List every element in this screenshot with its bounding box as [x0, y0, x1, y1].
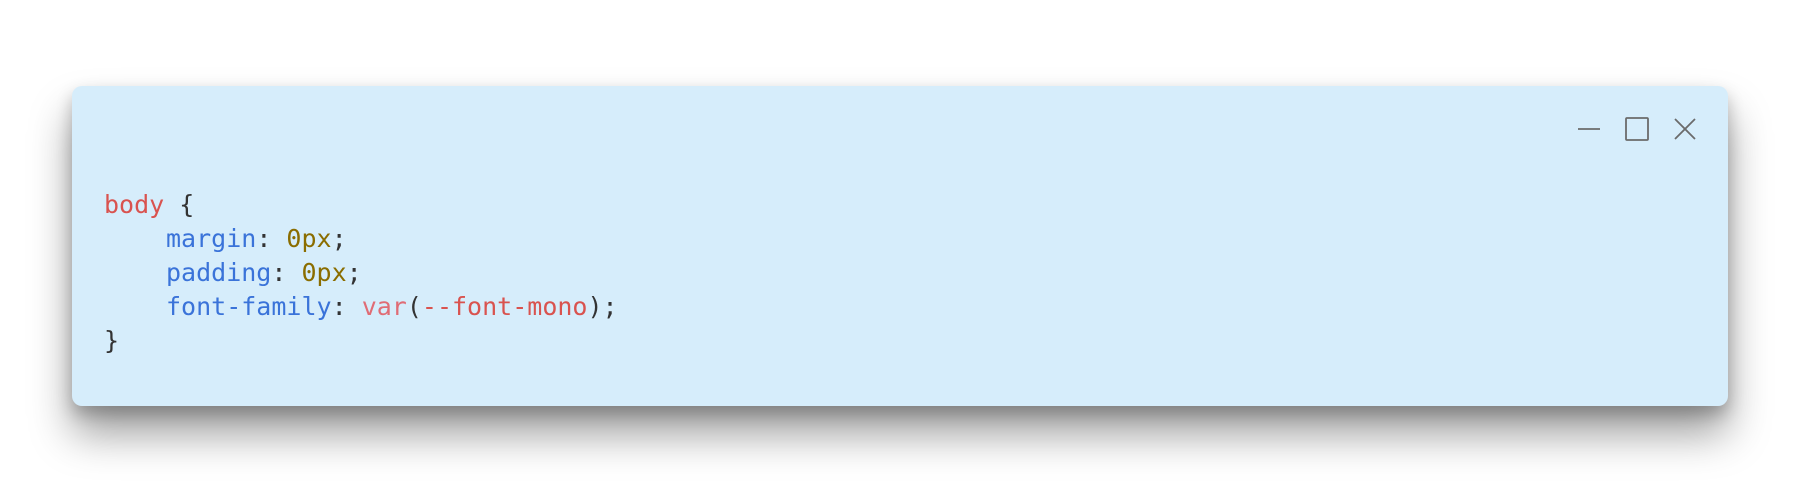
code-line-2: margin: 0px; [104, 222, 618, 256]
minimize-icon[interactable] [1576, 116, 1602, 142]
code-line-3: padding: 0px; [104, 256, 618, 290]
maximize-icon[interactable] [1624, 116, 1650, 142]
css-variable: --font-mono [421, 292, 588, 321]
css-function: var [361, 292, 407, 321]
css-property: padding [166, 258, 272, 287]
open-brace: { [179, 190, 195, 219]
paren-open: ( [406, 292, 422, 321]
window-controls [1576, 116, 1698, 142]
colon: : [256, 224, 287, 253]
code-line-5: } [104, 324, 618, 358]
semicolon: ; [602, 292, 618, 321]
paren-close: ) [587, 292, 603, 321]
close-icon[interactable] [1672, 116, 1698, 142]
css-property: font-family [166, 292, 332, 321]
css-property: margin [166, 224, 257, 253]
close-brace: } [104, 326, 120, 355]
code-line-4: font-family: var(--font-mono); [104, 290, 618, 324]
colon: : [331, 292, 362, 321]
semicolon: ; [331, 224, 347, 253]
code-line-1: body { [104, 188, 618, 222]
css-value: 0px [301, 258, 347, 287]
colon: : [271, 258, 302, 287]
css-value: 0px [286, 224, 332, 253]
code-window: body {margin: 0px; padding: 0px; font-fami… [72, 86, 1728, 406]
semicolon: ; [346, 258, 362, 287]
code-block[interactable]: body {margin: 0px; padding: 0px; font-fami… [104, 188, 618, 358]
css-selector: body [104, 190, 165, 219]
